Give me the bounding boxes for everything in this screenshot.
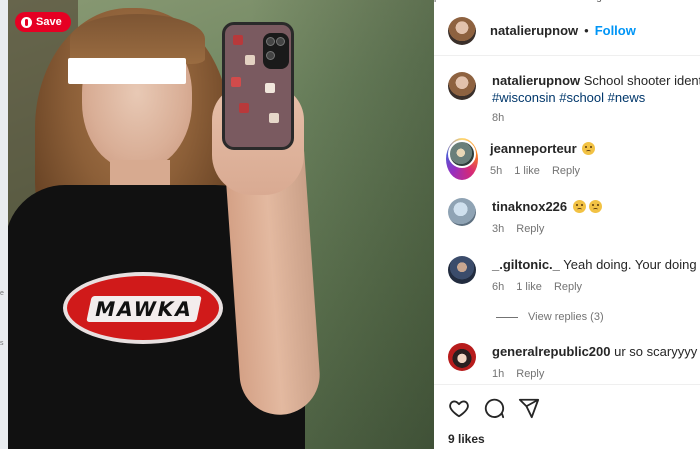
comment-likes[interactable]: 1 like (516, 279, 542, 296)
commenter-avatar[interactable] (448, 343, 476, 371)
followers-label: followers (491, 0, 530, 3)
comment-icon[interactable] (483, 397, 505, 419)
left-edge-strip: e s (0, 0, 8, 449)
post-actions: 9 likes (434, 384, 700, 449)
commenter-username[interactable]: generalrepublic200 (492, 344, 611, 359)
following-label: following (563, 0, 602, 3)
reply-button[interactable]: Reply (552, 163, 580, 180)
commenter-username[interactable]: _.giltonic._ (492, 257, 560, 272)
comment-time: 3h (492, 223, 505, 235)
replies-divider (496, 316, 518, 318)
comment-item: _.giltonic._ Yeah doing. Your doing a gr… (448, 256, 700, 296)
commenter-avatar (448, 140, 476, 168)
post-header: natalierupnow • Follow (434, 6, 700, 56)
commenter-username[interactable]: jeanneporteur (490, 141, 577, 156)
likes-count[interactable]: 9 likes (448, 432, 485, 446)
comment-text: Yeah doing. Your doing a gr (563, 257, 700, 272)
reply-button[interactable]: Reply (516, 221, 544, 238)
story-ring[interactable] (446, 138, 478, 180)
view-replies-button[interactable]: View replies (3) (496, 311, 604, 323)
crying-face-emoji-icon (572, 200, 586, 213)
comment-item: jeanneporteur 5h 1 like Reply (446, 138, 700, 180)
heart-icon[interactable] (448, 397, 470, 419)
post-image[interactable]: MAWKA e s Save (0, 0, 434, 449)
camera-module (263, 33, 289, 69)
author-avatar[interactable] (448, 16, 476, 45)
author-username[interactable]: natalierupnow (490, 23, 578, 38)
reply-button[interactable]: Reply (516, 366, 544, 383)
pin-icon (21, 16, 32, 28)
shirt-logo: MAWKA (63, 272, 223, 344)
comment-time: 6h (492, 281, 505, 293)
caption-username[interactable]: natalierupnow (492, 73, 580, 88)
save-button[interactable]: Save (15, 12, 71, 32)
worried-face-emoji-icon (589, 200, 603, 213)
caption-time: 8h (492, 112, 505, 124)
hashtag-link[interactable]: #news (608, 90, 646, 105)
post-side-panel: posts followers following natalierupnow … (434, 0, 700, 449)
save-label: Save (36, 16, 62, 28)
comment-item: tinaknox226 3h Reply (448, 198, 700, 238)
comment-likes[interactable]: 1 like (514, 163, 540, 180)
caption: natalierupnow School shooter identifie #… (448, 72, 700, 127)
view-replies-label: View replies (3) (528, 311, 604, 323)
reply-button[interactable]: Reply (554, 279, 582, 296)
shirt-logo-text: MAWKA (92, 297, 196, 321)
caption-text: School shooter identifie (583, 73, 700, 88)
smartphone (222, 22, 294, 150)
share-icon[interactable] (518, 397, 540, 419)
comment-text: ur so scaryyyy (614, 344, 698, 359)
bangs (70, 14, 205, 64)
hashtag-link[interactable]: #wisconsin (492, 90, 556, 105)
hashtag-link[interactable]: #school (559, 90, 604, 105)
commenter-avatar[interactable] (448, 256, 476, 284)
comment-item: generalrepublic200 ur so scaryyyy 1h Rep… (448, 343, 700, 383)
commenter-username[interactable]: tinaknox226 (492, 199, 567, 214)
commenter-avatar[interactable] (448, 198, 476, 226)
worried-face-emoji-icon (582, 142, 596, 155)
comment-time: 1h (492, 368, 505, 380)
censor-bar (68, 58, 186, 84)
comment-time: 5h (490, 165, 503, 177)
separator-dot: • (584, 23, 589, 38)
posts-label: posts (434, 0, 458, 3)
profile-stats-cutoff: posts followers following (434, 0, 700, 4)
follow-button[interactable]: Follow (595, 23, 636, 38)
caption-avatar[interactable] (448, 72, 476, 100)
